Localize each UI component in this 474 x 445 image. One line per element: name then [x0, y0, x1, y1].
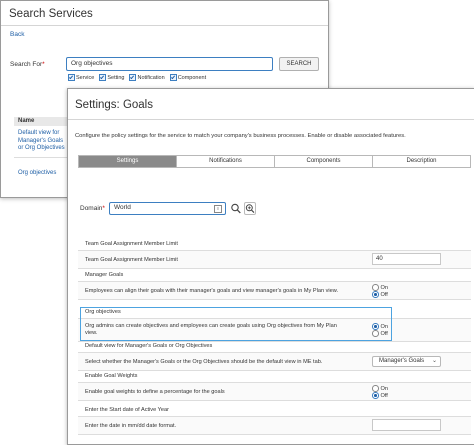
- radio-label: On: [380, 284, 388, 291]
- section-default-view: Default view for Manager's Goals or Org …: [78, 341, 471, 371]
- radio-off[interactable]: Off: [372, 392, 388, 399]
- checkbox-checked-icon: [99, 74, 107, 81]
- setting-row: Org admins can create objectives and emp…: [78, 318, 471, 342]
- radio-icon: [372, 330, 379, 337]
- filter-notification-checkbox[interactable]: Notification: [129, 74, 165, 81]
- org-objectives-radio-group: On Off: [372, 323, 388, 337]
- section-heading: Org objectives: [85, 309, 121, 315]
- section-manager-goals: Manager Goals Employees can align their …: [78, 270, 471, 300]
- settings-tabs: Settings Notifications Components Descri…: [78, 155, 471, 168]
- result-divider: [14, 157, 70, 158]
- domain-label-text: Domain: [80, 205, 103, 212]
- filter-label: Setting: [107, 74, 125, 81]
- search-services-title: Search Services: [9, 8, 93, 20]
- filter-setting-checkbox[interactable]: Setting: [99, 74, 124, 81]
- section-start-date: Enter the Start date of Active Year Ente…: [78, 405, 471, 435]
- list-picker-icon[interactable]: ≡: [214, 205, 222, 213]
- checkbox-checked-icon: [169, 74, 177, 81]
- radio-selected-icon: [372, 392, 379, 399]
- goal-weights-radio-group: On Off: [372, 385, 388, 399]
- chevron-down-icon: ⌄: [431, 358, 437, 364]
- setting-text: Enable goal weights to define a percenta…: [85, 388, 225, 395]
- settings-title: Settings: Goals: [75, 99, 153, 111]
- member-limit-input[interactable]: 40: [372, 253, 441, 265]
- section-heading: Default view for Manager's Goals or Org …: [85, 343, 213, 349]
- domain-input[interactable]: World ≡: [109, 202, 226, 215]
- setting-text: Org admins can create objectives and emp…: [85, 323, 337, 336]
- manager-goals-radio-group: On Off: [372, 284, 388, 298]
- result-link-default-view[interactable]: Default view for Manager's Goals or Org …: [18, 130, 68, 153]
- start-date-input[interactable]: [372, 419, 441, 431]
- setting-row: Enter the date in mm/dd date format.: [78, 416, 471, 435]
- section-heading: Manager Goals: [85, 272, 124, 278]
- results-column-header: Name: [14, 117, 70, 126]
- tab-description[interactable]: Description: [372, 156, 470, 167]
- setting-text: Employees can align their goals with the…: [85, 287, 339, 294]
- tab-settings[interactable]: Settings: [79, 156, 176, 167]
- search-button[interactable]: SEARCH: [279, 57, 319, 71]
- zoom-in-icon[interactable]: [244, 202, 256, 215]
- required-mark: *: [102, 205, 105, 212]
- checkbox-checked-icon: [129, 74, 137, 81]
- radio-label: Off: [380, 392, 388, 399]
- section-heading: Team Goal Assignment Member Limit: [85, 241, 178, 247]
- filter-checkboxes: Service Setting Notification Component: [68, 74, 206, 81]
- domain-value: World: [114, 204, 131, 211]
- title-divider: [68, 119, 474, 120]
- radio-icon: [372, 385, 379, 392]
- checkbox-checked-icon: [68, 74, 75, 81]
- default-view-select[interactable]: Manager's Goals ⌄: [372, 356, 441, 367]
- tab-components[interactable]: Components: [274, 156, 372, 167]
- required-mark: *: [42, 61, 45, 68]
- radio-selected-icon: [372, 291, 379, 298]
- search-input[interactable]: Org objectives: [66, 57, 273, 71]
- radio-label: On: [380, 385, 388, 392]
- radio-off[interactable]: Off: [372, 291, 388, 298]
- radio-on[interactable]: On: [372, 385, 388, 392]
- filter-component-checkbox[interactable]: Component: [169, 74, 207, 81]
- radio-label: Off: [380, 330, 388, 337]
- title-divider: [1, 25, 328, 26]
- filter-label: Notification: [137, 74, 165, 81]
- radio-label: On: [380, 323, 388, 330]
- back-link[interactable]: Back: [10, 31, 24, 38]
- setting-row: Select whether the Manager's Goals or th…: [78, 352, 471, 371]
- radio-on[interactable]: On: [372, 284, 388, 291]
- section-goal-weights: Enable Goal Weights Enable goal weights …: [78, 371, 471, 401]
- filter-label: Component: [177, 74, 207, 81]
- radio-icon: [372, 284, 379, 291]
- filter-label: Service: [76, 74, 95, 81]
- radio-off[interactable]: Off: [372, 330, 388, 337]
- section-heading: Enable Goal Weights: [85, 373, 138, 379]
- radio-selected-icon: [372, 323, 379, 330]
- search-for-label: Search For*: [10, 61, 45, 68]
- tab-notifications[interactable]: Notifications: [176, 156, 274, 167]
- select-value: Manager's Goals: [379, 358, 425, 364]
- section-member-limit: Team Goal Assignment Member Limit Team G…: [78, 239, 471, 269]
- section-org-objectives: Org objectives Org admins can create obj…: [78, 307, 471, 342]
- search-icon[interactable]: [230, 202, 242, 215]
- result-link-org-objectives[interactable]: Org objectives: [18, 170, 56, 178]
- domain-label: Domain*: [80, 205, 105, 212]
- setting-row: Enable goal weights to define a percenta…: [78, 382, 471, 401]
- radio-on[interactable]: On: [372, 323, 388, 330]
- setting-row: Employees can align their goals with the…: [78, 281, 471, 300]
- settings-description: Configure the policy settings for the se…: [75, 133, 406, 139]
- settings-goals-window: Settings: Goals Configure the policy set…: [67, 88, 474, 445]
- setting-row: Team Goal Assignment Member Limit 40: [78, 250, 471, 269]
- section-heading: Enter the Start date of Active Year: [85, 407, 169, 413]
- search-for-label-text: Search For: [10, 61, 43, 68]
- filter-service-checkbox[interactable]: Service: [68, 74, 94, 81]
- radio-label: Off: [380, 291, 388, 298]
